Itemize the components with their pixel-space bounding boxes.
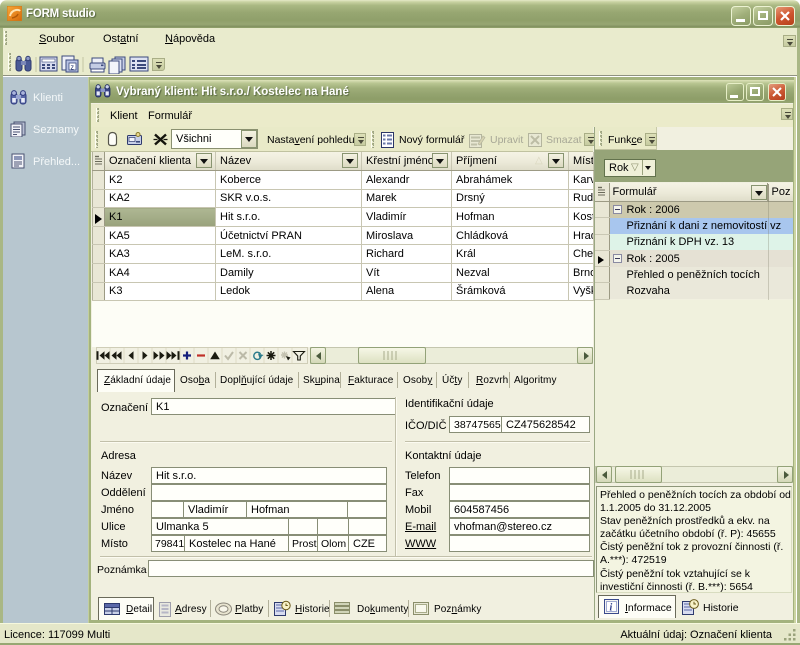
svg-text:i: i <box>610 603 613 614</box>
svg-text:z: z <box>71 65 75 72</box>
